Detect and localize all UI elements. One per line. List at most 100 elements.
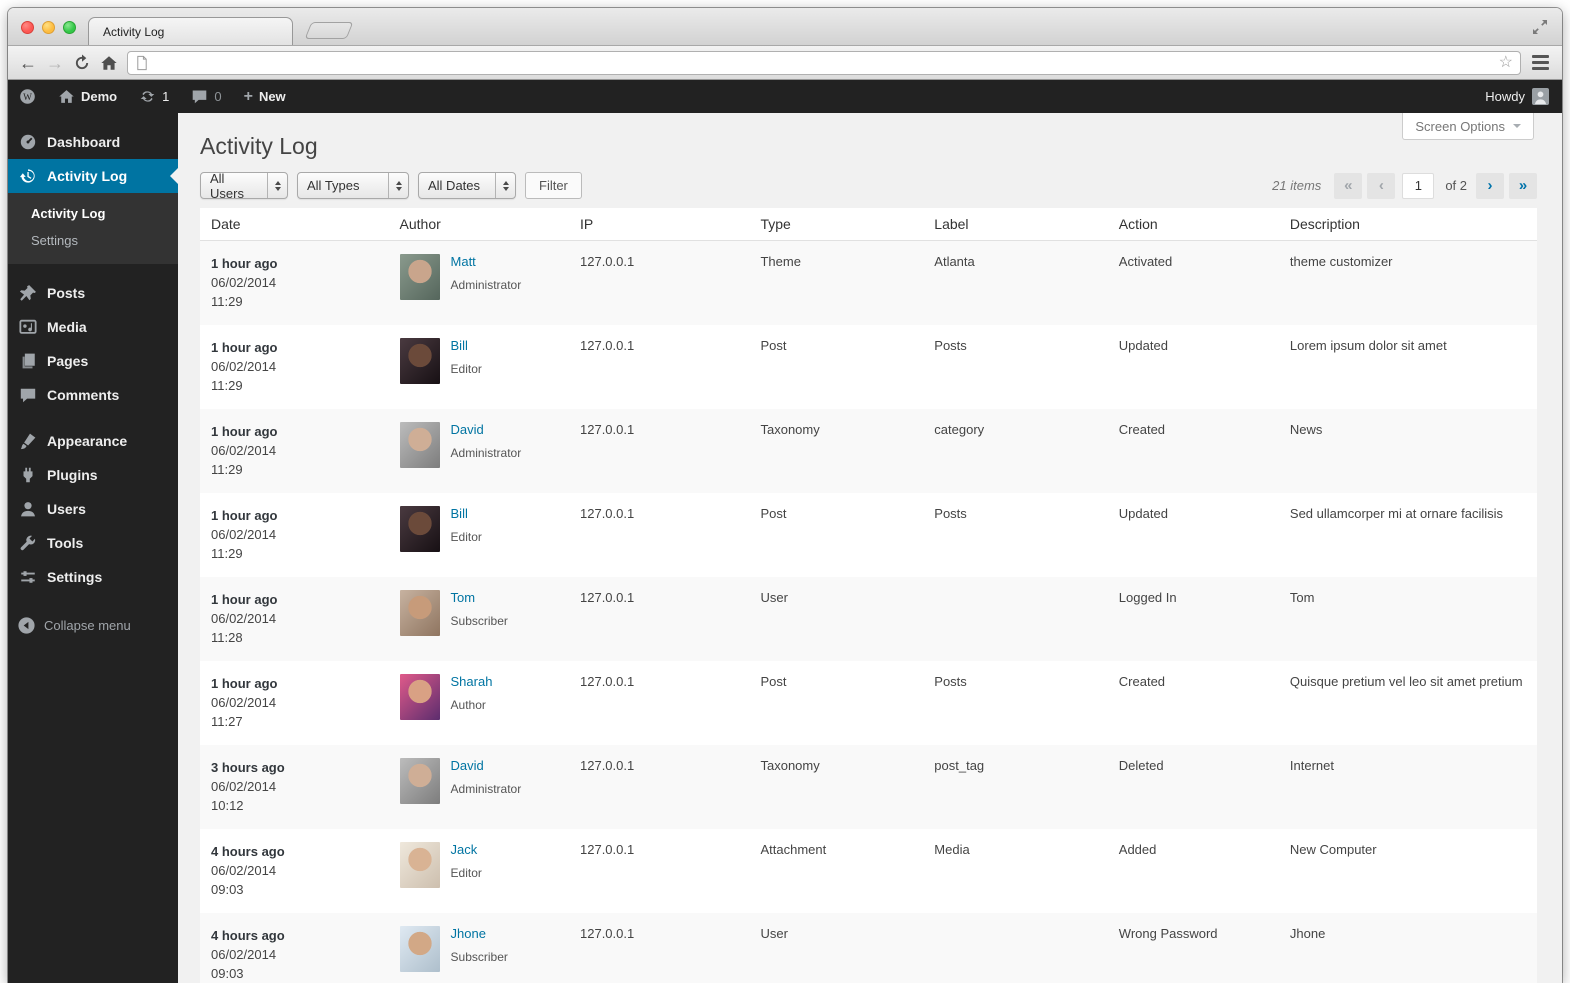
first-page-button[interactable]: « <box>1334 172 1363 199</box>
site-name: Demo <box>81 89 118 104</box>
screen-options-label: Screen Options <box>1415 118 1505 134</box>
cell-ip: 127.0.0.1 <box>580 254 635 269</box>
cell-type: Theme <box>760 254 801 269</box>
column-header-label[interactable]: Label <box>923 208 1108 241</box>
author-avatar <box>399 254 440 300</box>
browser-tab[interactable]: Activity Log <box>88 17 293 45</box>
media-icon <box>17 317 38 338</box>
cell-label: Posts <box>934 506 967 521</box>
user-icon <box>17 499 38 520</box>
close-window-button[interactable] <box>21 21 34 34</box>
date-value: 06/02/2014 <box>211 611 277 626</box>
current-page-input[interactable] <box>1402 172 1435 199</box>
users-filter-select[interactable]: All Users <box>200 171 288 201</box>
sidebar-item-pages[interactable]: Pages <box>8 344 178 378</box>
sidebar-item-users[interactable]: Users <box>8 492 178 526</box>
cell-ip: 127.0.0.1 <box>580 674 635 689</box>
column-header-date[interactable]: Date <box>200 208 389 241</box>
column-header-description[interactable]: Description <box>1278 208 1537 241</box>
author-name-link[interactable]: Matt <box>451 254 522 269</box>
sidebar-item-media[interactable]: Media <box>8 310 178 344</box>
cell-date: 1 hour ago 06/02/2014 11:29 <box>200 241 389 326</box>
update-count-badge: 1 <box>162 89 170 104</box>
forward-button[interactable]: → <box>46 54 64 72</box>
minimize-window-button[interactable] <box>42 21 55 34</box>
cell-action: Activated <box>1118 254 1173 269</box>
sidebar-item-posts[interactable]: Posts <box>8 276 178 310</box>
browser-menu-icon[interactable] <box>1530 53 1551 72</box>
cell-description: Quisque pretium vel leo sit amet pretium <box>1289 674 1523 689</box>
cell-author: Matt Administrator <box>389 241 569 326</box>
cell-author: David Administrator <box>389 409 569 493</box>
cell-type: User <box>760 926 788 941</box>
column-header-ip[interactable]: IP <box>569 208 750 241</box>
address-bar[interactable]: ☆ <box>127 50 1521 75</box>
url-input[interactable] <box>155 55 1493 70</box>
sidebar-item-appearance[interactable]: Appearance <box>8 424 178 458</box>
sidebar-item-activity-log[interactable]: Activity Log <box>8 159 178 193</box>
wp-admin-bar: W Demo 1 0 + New Howdy <box>8 80 1562 113</box>
zoom-window-button[interactable] <box>63 21 76 34</box>
sidebar-item-label: Tools <box>47 535 84 551</box>
updates-menu[interactable]: 1 <box>128 80 180 113</box>
sidebar-item-tools[interactable]: Tools <box>8 526 178 560</box>
comments-menu[interactable]: 0 <box>180 80 232 113</box>
wp-logo-menu[interactable]: W <box>8 80 47 113</box>
filter-button[interactable]: Filter <box>525 172 582 199</box>
home-button[interactable] <box>100 54 118 72</box>
sidebar-submenu: Activity Log Settings <box>8 193 178 264</box>
new-tab-button[interactable] <box>304 22 354 39</box>
fullscreen-icon[interactable] <box>1530 17 1550 37</box>
author-name-link[interactable]: Bill <box>451 506 482 521</box>
sidebar-item-plugins[interactable]: Plugins <box>8 458 178 492</box>
dates-filter-select[interactable]: All Dates <box>418 172 516 199</box>
sidebar-item-dashboard[interactable]: Dashboard <box>8 125 178 159</box>
bookmark-star-icon[interactable]: ☆ <box>1499 54 1513 71</box>
select-arrows-icon <box>388 173 408 198</box>
sidebar-item-comments[interactable]: Comments <box>8 378 178 412</box>
time-value: 11:27 <box>211 714 243 729</box>
new-content-menu[interactable]: + New <box>233 80 297 113</box>
author-role: Administrator <box>450 446 522 460</box>
sidebar-item-label: Posts <box>47 285 86 301</box>
author-name-link[interactable]: Jhone <box>451 926 508 941</box>
time-value: 11:29 <box>211 546 243 561</box>
prev-page-button[interactable]: ‹ <box>1367 172 1396 199</box>
pages-icon <box>17 351 38 372</box>
cell-label <box>923 577 1108 661</box>
cell-date: 1 hour ago 06/02/2014 11:29 <box>200 409 389 493</box>
author-name-link[interactable]: Tom <box>451 590 508 605</box>
cell-action: Created <box>1118 422 1166 437</box>
collapse-menu-button[interactable]: Collapse menu <box>8 608 178 642</box>
site-name-menu[interactable]: Demo <box>47 80 128 113</box>
types-filter-select[interactable]: All Types <box>297 172 409 199</box>
screen-options-button[interactable]: Screen Options <box>1402 113 1534 140</box>
author-name-link[interactable]: David <box>451 422 522 437</box>
column-header-type[interactable]: Type <box>749 208 924 241</box>
time-ago: 3 hours ago <box>211 760 285 775</box>
submenu-item-activity-log[interactable]: Activity Log <box>8 200 178 227</box>
column-header-author[interactable]: Author <box>388 208 569 241</box>
time-value: 10:12 <box>211 798 244 813</box>
last-page-button[interactable]: » <box>1509 172 1537 199</box>
sidebar-item-settings[interactable]: Settings <box>8 560 178 594</box>
cell-author: Bill Editor <box>389 325 569 409</box>
cell-label: Posts <box>934 338 967 353</box>
author-avatar <box>399 926 440 972</box>
author-name-link[interactable]: David <box>451 758 522 773</box>
submenu-item-settings[interactable]: Settings <box>8 227 178 254</box>
author-name-link[interactable]: Jack <box>451 842 482 857</box>
menu-separator <box>8 412 178 424</box>
cell-author: Jack Editor <box>389 829 569 913</box>
column-header-action[interactable]: Action <box>1107 208 1279 241</box>
author-name-link[interactable]: Bill <box>451 338 482 353</box>
reload-button[interactable] <box>73 53 91 72</box>
author-role: Subscriber <box>450 950 508 964</box>
author-avatar <box>399 674 440 720</box>
collapse-menu-label: Collapse menu <box>44 617 131 633</box>
account-menu[interactable]: Howdy <box>1472 88 1562 105</box>
author-avatar <box>399 758 440 804</box>
next-page-button[interactable]: › <box>1476 172 1504 199</box>
author-name-link[interactable]: Sharah <box>451 674 493 689</box>
back-button[interactable]: ← <box>19 54 37 72</box>
